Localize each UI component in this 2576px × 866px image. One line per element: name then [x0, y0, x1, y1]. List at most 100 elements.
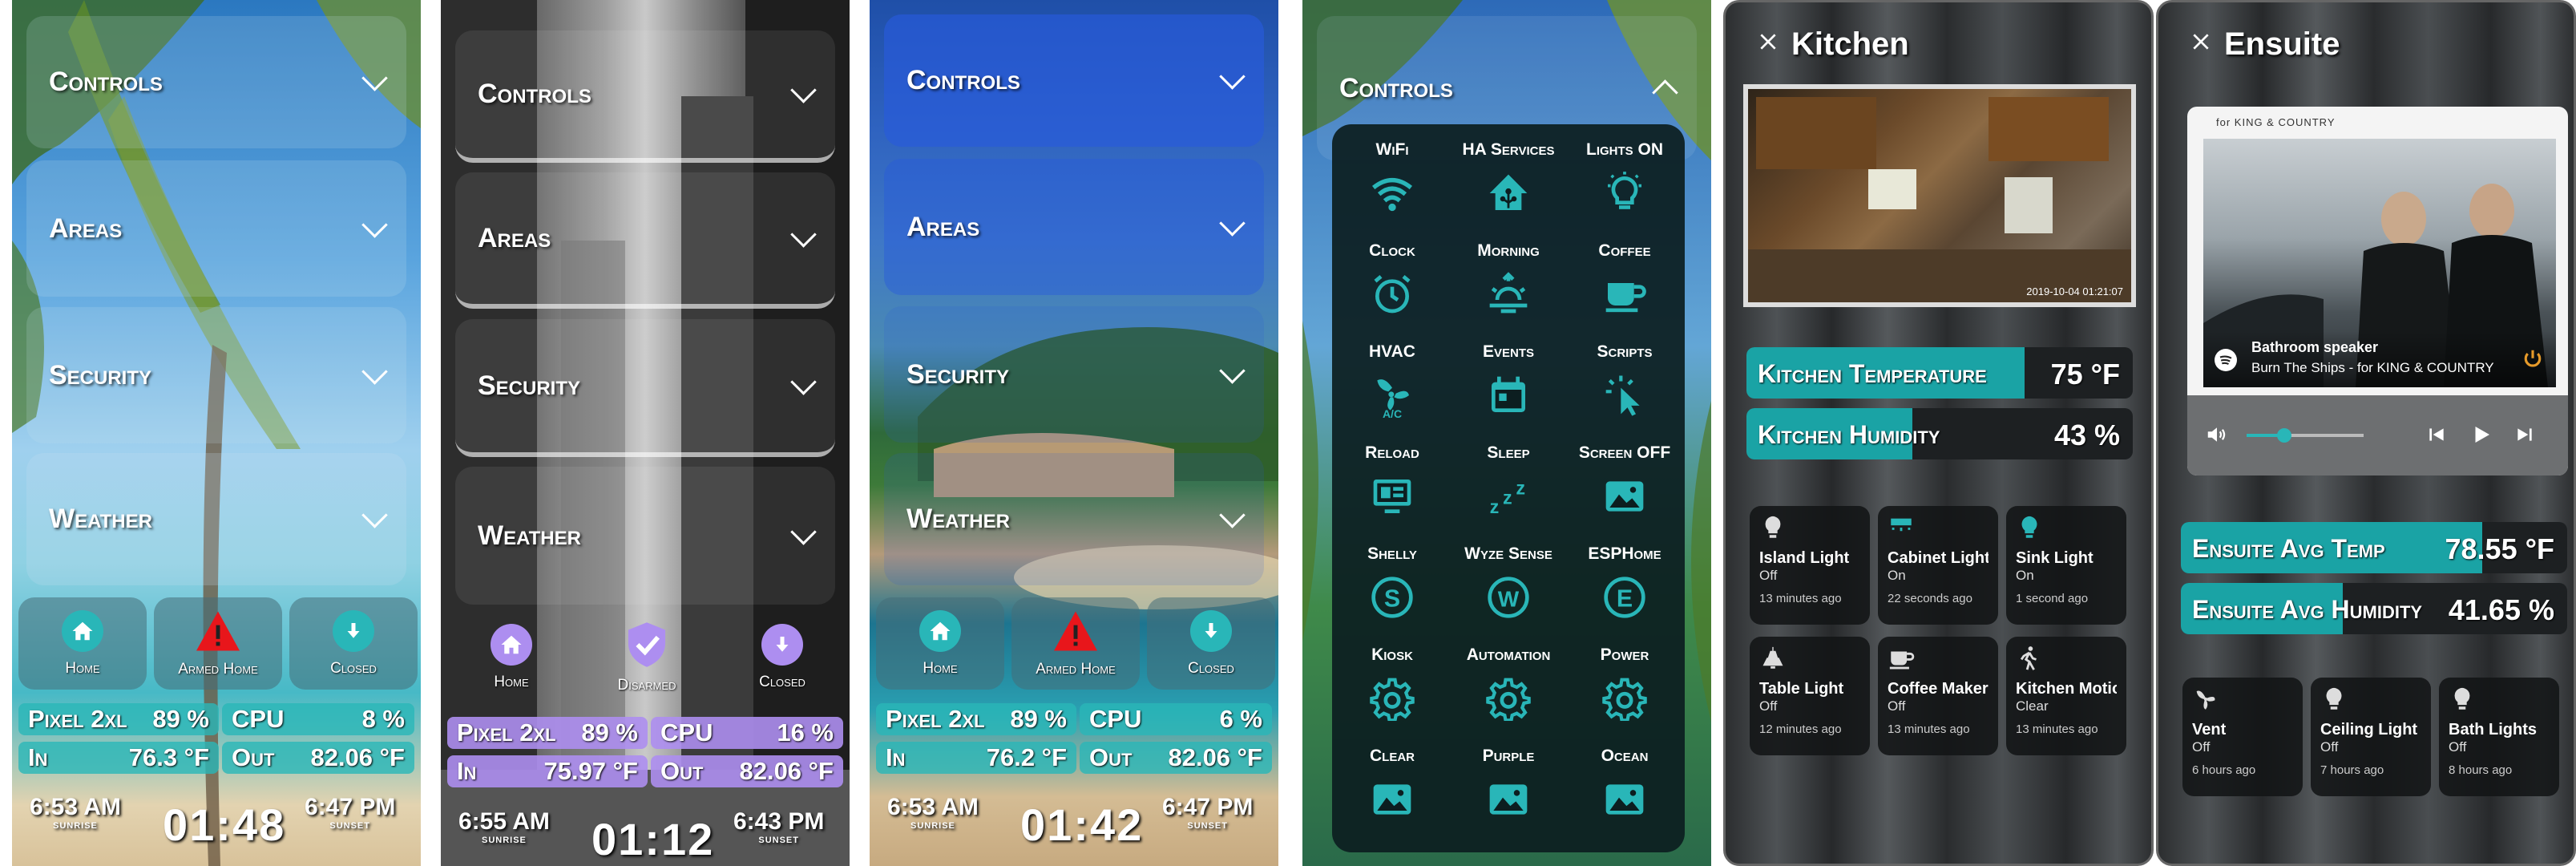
badge-alarm[interactable]: Armed Home: [154, 597, 282, 690]
volume-slider-knob[interactable]: [2277, 428, 2291, 443]
section-security-header[interactable]: Security: [26, 307, 406, 443]
badge-alarm-label: Armed Home: [1036, 660, 1116, 678]
chevron-down-icon[interactable]: [790, 77, 817, 103]
badge-alarm[interactable]: Armed Home: [1011, 597, 1140, 690]
gear-icon: [1601, 674, 1649, 722]
chevron-down-icon[interactable]: [361, 211, 388, 238]
badge-garage-label: Closed: [759, 673, 806, 690]
section-weather-header[interactable]: Weather: [455, 467, 835, 605]
section-security-label: Security: [478, 370, 581, 401]
chevron-down-icon[interactable]: [790, 518, 817, 545]
section-weather-header[interactable]: Weather: [884, 453, 1264, 585]
control-clock[interactable]: Clock: [1336, 241, 1448, 318]
chevron-down-icon[interactable]: [361, 502, 388, 528]
chevron-down-icon[interactable]: [1219, 357, 1246, 384]
section-controls-header[interactable]: Controls: [455, 30, 835, 163]
tile-last-changed: 13 minutes ago: [1759, 592, 1842, 605]
section-security-header[interactable]: Security: [884, 306, 1264, 443]
letter-w-icon: W: [1484, 573, 1532, 621]
entity-tile-coffee-maker[interactable]: Coffee Maker Off 13 minutes ago: [1878, 637, 1998, 755]
control-sleep[interactable]: Sleep zzz: [1452, 443, 1565, 520]
next-track-icon[interactable]: [2514, 424, 2535, 449]
media-info-overlay: Bathroom speaker Burn The Ships - for KI…: [2203, 331, 2556, 387]
sunrise-caption: SUNRISE: [910, 821, 955, 831]
entity-tile-cabinet-lights[interactable]: Cabinet Lights On 22 seconds ago: [1878, 506, 1998, 625]
section-weather-header[interactable]: Weather: [26, 453, 406, 585]
volume-slider[interactable]: [2247, 428, 2364, 443]
badge-home[interactable]: Home: [447, 611, 575, 703]
volume-icon[interactable]: [2205, 423, 2229, 451]
play-icon[interactable]: [2469, 423, 2493, 451]
ensuite-temp-sensor[interactable]: Ensuite Avg Temp 78.55 °F: [2181, 522, 2567, 573]
chevron-down-icon[interactable]: [1219, 63, 1246, 90]
chevron-up-icon[interactable]: [1652, 79, 1678, 106]
control-coffee[interactable]: Coffee: [1569, 241, 1681, 318]
ensuite-humidity-sensor[interactable]: Ensuite Avg Humidity 41.65 %: [2181, 583, 2567, 634]
control-events[interactable]: Events: [1452, 342, 1565, 419]
kitchen-humidity-sensor[interactable]: Kitchen Humidity 43 %: [1746, 408, 2133, 459]
tile-name: Cabinet Lights: [1888, 549, 1989, 567]
tile-state: On: [1888, 568, 1906, 583]
entity-tile-bath-lights[interactable]: Bath Lights Off 8 hours ago: [2439, 678, 2559, 796]
previous-track-icon[interactable]: [2426, 424, 2447, 449]
tile-last-changed: 7 hours ago: [2320, 763, 2384, 777]
badge-garage[interactable]: Closed: [1147, 597, 1275, 690]
badge-alarm[interactable]: Disarmed: [583, 611, 711, 703]
chevron-down-icon[interactable]: [790, 221, 817, 248]
media-player[interactable]: for KING & COUNTRY Bathroom speaker Burn…: [2187, 107, 2568, 475]
entity-tile-sink-light[interactable]: Sink Light On 1 second ago: [2006, 506, 2126, 625]
gear-icon: [1484, 674, 1532, 722]
control-kiosk[interactable]: Kiosk: [1336, 645, 1448, 722]
chevron-down-icon[interactable]: [361, 65, 388, 91]
control-ha-services[interactable]: HA Services: [1452, 140, 1565, 217]
tile-state: Off: [1888, 698, 1906, 714]
close-icon[interactable]: [2190, 31, 2211, 52]
badge-home[interactable]: Home: [18, 597, 147, 690]
badge-garage[interactable]: Closed: [289, 597, 418, 690]
control-esphome[interactable]: ESPHome E: [1569, 544, 1681, 621]
badge-home[interactable]: Home: [876, 597, 1004, 690]
control-clear[interactable]: Clear: [1336, 747, 1448, 824]
stat-in-label: In: [886, 743, 906, 771]
control-lights-on[interactable]: Lights ON: [1569, 140, 1681, 217]
control-power[interactable]: Power: [1569, 645, 1681, 722]
kitchen-temperature-sensor[interactable]: Kitchen Temperature 75 °F: [1746, 347, 2133, 399]
control-shelly[interactable]: Shelly S: [1336, 544, 1448, 621]
tile-last-changed: 6 hours ago: [2192, 763, 2256, 777]
arrow-down-circle-icon: [761, 623, 803, 666]
control-screen-off[interactable]: Screen OFF: [1569, 443, 1681, 520]
chevron-down-icon[interactable]: [1219, 502, 1246, 528]
chevron-down-icon[interactable]: [790, 368, 817, 395]
badge-garage[interactable]: Closed: [718, 611, 846, 703]
section-controls-header[interactable]: Controls: [884, 14, 1264, 147]
section-controls-header[interactable]: Controls: [26, 16, 406, 148]
control-wifi[interactable]: WiFi: [1336, 140, 1448, 217]
control-hvac[interactable]: HVAC A/C: [1336, 342, 1448, 419]
control-wyze-sense[interactable]: Wyze Sense W: [1452, 544, 1565, 621]
section-areas-header[interactable]: Areas: [26, 160, 406, 297]
control-scripts[interactable]: Scripts: [1569, 342, 1681, 419]
entity-tile-vent[interactable]: Vent Off 6 hours ago: [2182, 678, 2303, 796]
chevron-down-icon[interactable]: [1219, 209, 1246, 237]
close-icon[interactable]: [1758, 31, 1779, 52]
chevron-down-icon[interactable]: [361, 358, 388, 385]
control-automation[interactable]: Automation: [1452, 645, 1565, 722]
control-ocean[interactable]: Ocean: [1569, 747, 1681, 824]
entity-tile-ceiling-light[interactable]: Ceiling Light Off 7 hours ago: [2311, 678, 2431, 796]
control-reload[interactable]: Reload: [1336, 443, 1448, 520]
entity-tile-kitchen-motion[interactable]: Kitchen Motion Clear 13 minutes ago: [2006, 637, 2126, 755]
section-controls-label: Controls: [906, 65, 1020, 95]
power-icon[interactable]: [2521, 347, 2545, 371]
entity-tile-table-light[interactable]: Table Light Off 12 minutes ago: [1750, 637, 1870, 755]
image-icon: [1368, 775, 1416, 824]
section-areas-header[interactable]: Areas: [884, 159, 1264, 295]
control-morning[interactable]: Morning: [1452, 241, 1565, 318]
entity-tile-island-light[interactable]: Island Light Off 13 minutes ago: [1750, 506, 1870, 625]
section-areas-header[interactable]: Areas: [455, 172, 835, 309]
badge-garage-label: Closed: [1188, 659, 1234, 677]
section-controls-label: Controls: [49, 67, 163, 97]
control-purple[interactable]: Purple: [1452, 747, 1565, 824]
kitchen-camera-feed[interactable]: 2019-10-04 01:21:07: [1743, 84, 2136, 307]
stat-in-value: 76.3 °F: [128, 743, 209, 771]
section-security-header[interactable]: Security: [455, 319, 835, 457]
